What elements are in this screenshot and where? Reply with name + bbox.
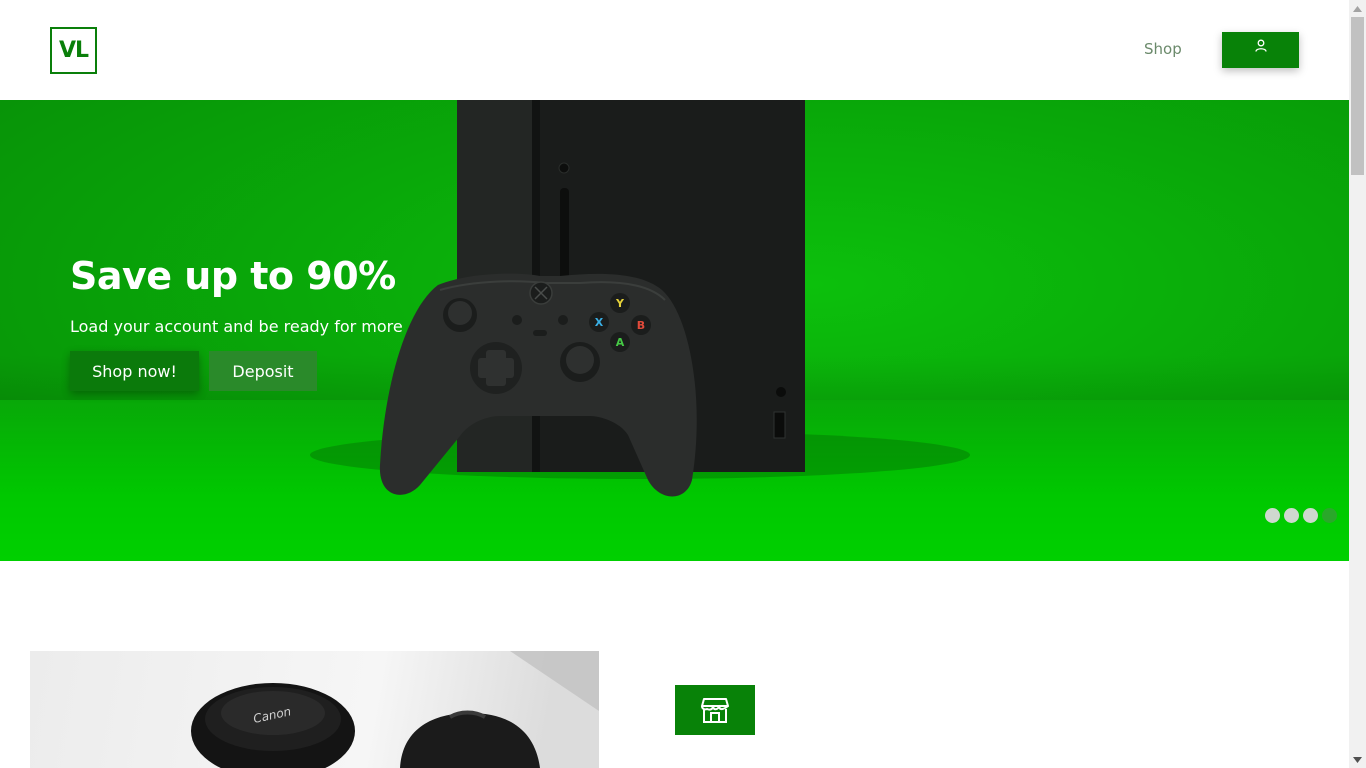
store-badge — [675, 685, 755, 735]
svg-text:Y: Y — [615, 297, 625, 310]
scroll-up-arrow-icon[interactable] — [1349, 0, 1366, 17]
svg-text:A: A — [616, 336, 625, 349]
shop-now-button[interactable]: Shop now! — [70, 351, 199, 391]
scroll-down-arrow-icon[interactable] — [1349, 751, 1366, 768]
camera-lens-mouse-image: Canon — [191, 651, 599, 768]
carousel-dot-2[interactable] — [1284, 508, 1299, 523]
svg-text:X: X — [595, 316, 604, 329]
page: VL Shop Y B X A Save up to 90% Load your… — [0, 0, 1349, 768]
logo-text: VL — [58, 38, 89, 63]
site-logo[interactable]: VL — [50, 27, 97, 74]
deposit-button[interactable]: Deposit — [209, 351, 317, 391]
store-icon — [701, 698, 729, 723]
nav-link-shop[interactable]: Shop — [1144, 40, 1182, 58]
hero-title: Save up to 90% — [70, 254, 396, 298]
carousel-dot-1[interactable] — [1265, 508, 1280, 523]
product-image: Canon — [30, 651, 599, 768]
scrollbar-thumb[interactable] — [1351, 17, 1364, 175]
hero-subtitle: Load your account and be ready for more — [70, 317, 403, 336]
svg-text:B: B — [637, 319, 645, 332]
hero-banner: Y B X A Save up to 90% Load your account… — [0, 100, 1349, 561]
account-button[interactable] — [1222, 32, 1299, 68]
site-header: VL Shop — [0, 0, 1349, 100]
carousel-indicators — [1265, 508, 1337, 523]
carousel-dot-3[interactable] — [1303, 508, 1318, 523]
user-icon — [1254, 39, 1267, 52]
carousel-dot-4[interactable] — [1322, 508, 1337, 523]
